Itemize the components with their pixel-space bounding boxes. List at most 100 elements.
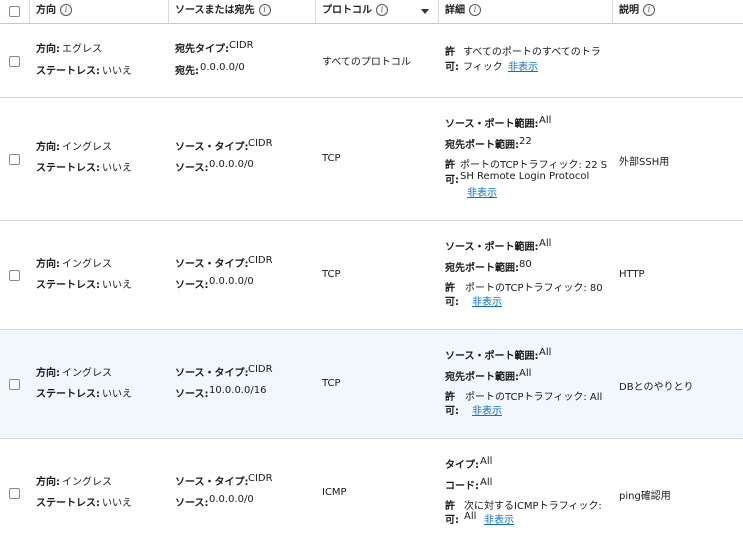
destination-value: 0.0.0.0/0 — [200, 62, 245, 73]
stateless-value: いいえ — [102, 163, 132, 174]
column-header-direction[interactable]: 方向 i — [30, 0, 72, 23]
direction-label: 方向: — [36, 142, 60, 153]
source-type-value: CIDR — [248, 473, 273, 484]
allow-description: All — [464, 511, 477, 522]
allow-label: 許 — [445, 283, 455, 294]
icmp-type-label: タイプ: — [445, 460, 479, 471]
direction-value: イングレス — [62, 368, 112, 379]
info-icon[interactable]: i — [60, 4, 72, 16]
destination-label: 宛先: — [175, 66, 199, 77]
destination-type-value: CIDR — [229, 40, 254, 51]
hide-link[interactable]: 非表示 — [467, 184, 497, 199]
direction-label: 方向: — [36, 368, 60, 379]
table-row[interactable]: 方向: イングレス ステートレス: いいえ ソース・タイプ: CIDR ソース:… — [0, 221, 743, 330]
protocol-value: ICMP — [322, 487, 347, 498]
dest-port-range-value: 80 — [519, 259, 532, 270]
table-row[interactable]: 方向: イングレス ステートレス: いいえ ソース・タイプ: CIDR ソース:… — [0, 439, 743, 543]
source-type-label: ソース・タイプ: — [175, 259, 249, 270]
source-label: ソース: — [175, 498, 209, 509]
source-port-range-label: ソース・ポート範囲: — [445, 242, 539, 253]
dest-port-range-label: 宛先ポート範囲: — [445, 372, 519, 383]
hide-link[interactable]: 非表示 — [484, 511, 514, 526]
allow-description: フィック — [463, 62, 503, 73]
info-icon[interactable]: i — [643, 4, 655, 16]
info-icon[interactable]: i — [469, 4, 481, 16]
protocol-value: すべてのプロトコル — [322, 57, 411, 68]
allow-label: 可: — [445, 297, 459, 308]
table-header: 方向 i ソースまたは宛先 i プロトコル i 詳細 i 説明 i — [0, 0, 743, 24]
stateless-label: ステートレス: — [36, 66, 100, 77]
stateless-value: いいえ — [102, 498, 132, 509]
sort-caret-down-icon[interactable] — [421, 9, 429, 14]
source-value: 0.0.0.0/0 — [209, 276, 254, 287]
icmp-type-value: All — [480, 456, 493, 467]
stateless-value: いいえ — [102, 389, 132, 400]
source-label: ソース: — [175, 389, 209, 400]
hide-link[interactable]: 非表示 — [472, 293, 502, 308]
info-icon[interactable]: i — [376, 4, 388, 16]
icmp-code-value: All — [480, 477, 493, 488]
direction-value: エグレス — [62, 44, 102, 55]
column-header-details[interactable]: 詳細 i — [439, 0, 481, 23]
row-checkbox[interactable] — [9, 270, 20, 281]
allow-label: 許 — [445, 47, 455, 58]
hide-link[interactable]: 非表示 — [472, 402, 502, 417]
allow-description: ポートのTCPトラフィック: All — [465, 392, 603, 403]
allow-label: 許 — [445, 501, 455, 512]
source-value: 0.0.0.0/0 — [209, 159, 254, 170]
source-port-range-value: All — [539, 115, 552, 126]
table-row[interactable]: 方向: エグレス ステートレス: いいえ 宛先タイプ: CIDR 宛先: 0.0… — [0, 24, 743, 98]
source-type-label: ソース・タイプ: — [175, 477, 249, 488]
description-value: HTTP — [619, 269, 645, 280]
column-header-source-destination[interactable]: ソースまたは宛先 i — [169, 0, 271, 23]
dest-port-range-label: 宛先ポート範囲: — [445, 140, 519, 151]
direction-value: イングレス — [62, 259, 112, 270]
description-value: ping確認用 — [619, 491, 671, 502]
source-type-label: ソース・タイプ: — [175, 368, 249, 379]
table-row[interactable]: 方向: イングレス ステートレス: いいえ ソース・タイプ: CIDR ソース:… — [0, 330, 743, 439]
select-all-checkbox[interactable] — [9, 6, 20, 17]
row-checkbox[interactable] — [9, 379, 20, 390]
protocol-value: TCP — [322, 153, 341, 164]
source-type-label: ソース・タイプ: — [175, 142, 249, 153]
allow-label: 可: — [445, 515, 459, 526]
source-port-range-value: All — [539, 238, 552, 249]
allow-label: 許 — [445, 392, 455, 403]
source-label: ソース: — [175, 163, 209, 174]
dest-port-range-value: 22 — [519, 136, 532, 147]
direction-value: イングレス — [62, 142, 112, 153]
stateless-label: ステートレス: — [36, 163, 100, 174]
source-port-range-label: ソース・ポート範囲: — [445, 351, 539, 362]
column-header-protocol[interactable]: プロトコル i — [316, 0, 388, 23]
source-type-value: CIDR — [248, 138, 273, 149]
stateless-label: ステートレス: — [36, 389, 100, 400]
source-port-range-value: All — [539, 347, 552, 358]
direction-value: イングレス — [62, 477, 112, 488]
column-header-description[interactable]: 説明 i — [613, 0, 655, 23]
source-label: ソース: — [175, 280, 209, 291]
allow-label: 可: — [445, 62, 459, 73]
table-row[interactable]: 方向: イングレス ステートレス: いいえ ソース・タイプ: CIDR ソース:… — [0, 98, 743, 221]
stateless-value: いいえ — [102, 66, 132, 77]
source-port-range-label: ソース・ポート範囲: — [445, 119, 539, 130]
description-value: 外部SSH用 — [619, 157, 670, 168]
source-type-value: CIDR — [248, 364, 273, 375]
allow-label: 可: — [445, 406, 459, 417]
allow-description: すべてのポートのすべてのトラ — [463, 47, 601, 58]
dest-port-range-label: 宛先ポート範囲: — [445, 263, 519, 274]
allow-description: ポートのTCPトラフィック: 80 — [465, 283, 603, 294]
source-type-value: CIDR — [248, 255, 273, 266]
stateless-value: いいえ — [102, 280, 132, 291]
destination-type-label: 宛先タイプ: — [175, 44, 229, 55]
direction-label: 方向: — [36, 477, 60, 488]
row-checkbox[interactable] — [9, 488, 20, 499]
description-value: DBとのやりとり — [619, 382, 694, 393]
direction-label: 方向: — [36, 44, 60, 55]
hide-link[interactable]: 非表示 — [508, 58, 538, 73]
source-value: 10.0.0.0/16 — [209, 385, 267, 396]
row-checkbox[interactable] — [9, 56, 20, 67]
row-checkbox[interactable] — [9, 154, 20, 165]
allow-label: 許 — [445, 160, 455, 171]
info-icon[interactable]: i — [258, 4, 271, 16]
protocol-value: TCP — [322, 269, 341, 280]
